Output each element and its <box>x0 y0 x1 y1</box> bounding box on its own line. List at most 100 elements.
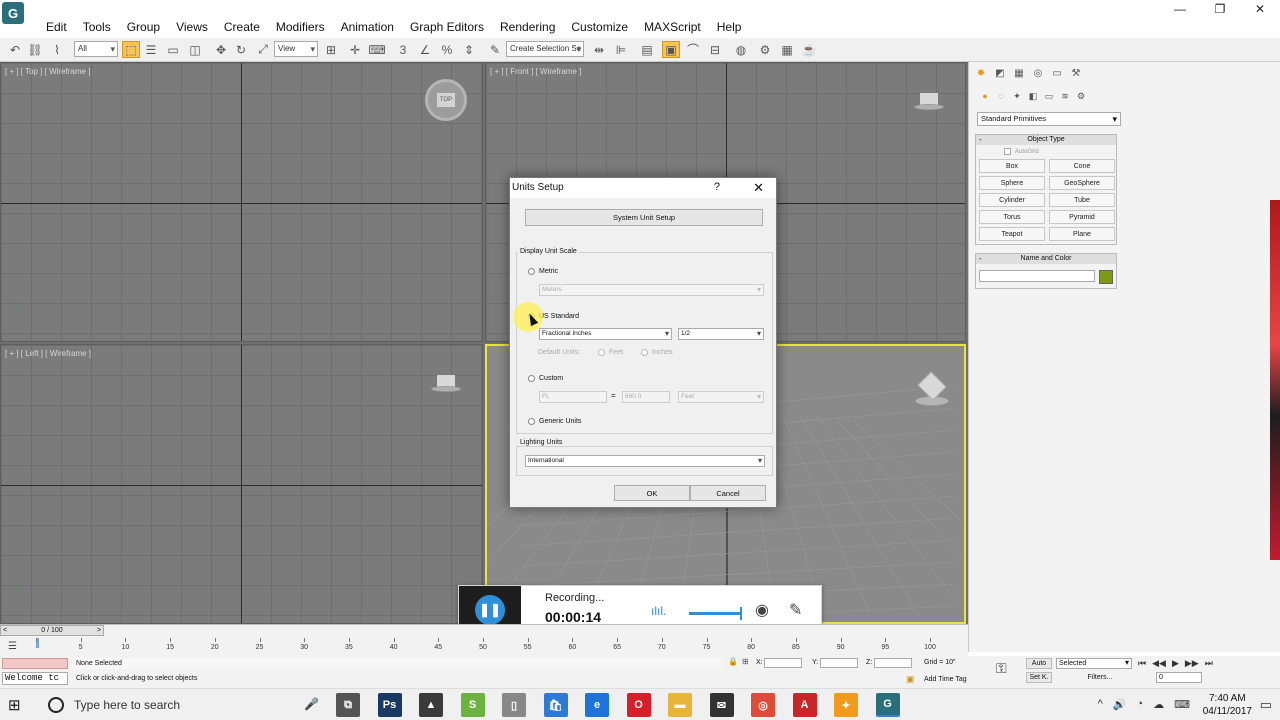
generic-units-radio[interactable] <box>528 418 535 425</box>
mirror-icon[interactable]: ⇹ <box>590 41 608 58</box>
hierarchy-tab-icon[interactable]: ▦ <box>1011 66 1027 80</box>
custom-option[interactable]: Custom <box>528 375 563 382</box>
create-pyramid-button[interactable]: Pyramid <box>1049 210 1115 224</box>
taskbar-explorer-icon[interactable]: ▬ <box>668 693 692 717</box>
auto-key-button[interactable]: Auto <box>1026 658 1052 669</box>
rect-selection-icon[interactable]: ▭ <box>164 41 182 58</box>
key-filters-button[interactable]: Filters... <box>1070 672 1130 683</box>
viewcube-icon[interactable] <box>914 93 944 111</box>
align-icon[interactable]: ⊫ <box>612 41 630 58</box>
reference-coordinate-dropdown[interactable]: View <box>274 41 318 57</box>
x-coordinate-field[interactable] <box>764 658 802 668</box>
absolute-mode-icon[interactable]: ⊞ <box>742 657 749 666</box>
menu-modifiers[interactable]: Modifiers <box>268 20 333 34</box>
prev-frame-icon[interactable]: < <box>3 626 7 635</box>
object-color-swatch[interactable] <box>1099 270 1113 284</box>
maximize-button[interactable]: ❐ <box>1200 0 1240 18</box>
menu-graph-editors[interactable]: Graph Editors <box>402 20 492 34</box>
viewcube-icon[interactable]: TOP <box>425 79 467 121</box>
named-selection-dropdown[interactable]: Create Selection Se <box>506 41 584 57</box>
viewport-label[interactable]: [ + ] [ Top ] [ Wireframe ] <box>5 67 90 76</box>
help-button[interactable]: ? <box>714 181 720 193</box>
mini-curve-editor-icon[interactable]: ☰ <box>8 641 17 652</box>
viewport-label[interactable]: [ + ] [ Front ] [ Wireframe ] <box>490 67 581 76</box>
audio-level-icon[interactable]: ılıl. <box>651 604 666 618</box>
ok-button[interactable]: OK <box>614 485 690 501</box>
webcam-icon[interactable]: ◉ <box>755 600 769 620</box>
time-tag-icon[interactable]: ▣ <box>906 674 915 685</box>
y-coordinate-field[interactable] <box>820 658 858 668</box>
metric-radio[interactable] <box>528 268 535 275</box>
viewcube-icon[interactable] <box>431 375 461 393</box>
selection-lock-icon[interactable]: 🔒 <box>728 657 738 666</box>
menu-rendering[interactable]: Rendering <box>492 20 563 34</box>
pause-recording-button[interactable]: ❚❚ <box>475 594 505 625</box>
tray-arrow-icon[interactable]: ^ <box>1098 698 1103 711</box>
create-geosphere-button[interactable]: GeoSphere <box>1049 176 1115 190</box>
systems-icon[interactable]: ⚙ <box>1075 90 1087 102</box>
taskbar-acrobat-icon[interactable]: A <box>792 693 817 717</box>
angle-snap-icon[interactable]: ∠ <box>416 41 434 58</box>
metric-unit-dropdown[interactable]: Meters <box>539 284 764 296</box>
create-tab-icon[interactable]: ✸ <box>973 66 989 80</box>
notifications-icon[interactable]: ▭ <box>1260 697 1272 713</box>
scale-icon[interactable]: ⤢ <box>254 41 272 58</box>
previous-frame-icon[interactable]: ◀◀ <box>1152 658 1166 669</box>
rotate-icon[interactable]: ↻ <box>232 41 250 58</box>
menu-customize[interactable]: Customize <box>563 20 636 34</box>
language-icon[interactable]: ⌨ <box>1174 698 1190 711</box>
rollout-title[interactable]: Name and Color <box>976 254 1116 264</box>
percent-snap-icon[interactable]: % <box>438 41 456 58</box>
rollout-title[interactable]: Object Type <box>976 135 1116 145</box>
menu-animation[interactable]: Animation <box>333 20 402 34</box>
dialog-close-button[interactable]: ✕ <box>753 180 764 196</box>
custom-value-field[interactable]: 660.0 <box>622 391 670 403</box>
cameras-icon[interactable]: ◧ <box>1027 90 1039 102</box>
microphone-icon[interactable]: 🎤 <box>304 697 319 711</box>
taskbar-mail-icon[interactable]: ✉ <box>709 693 734 717</box>
scene-explorer-icon[interactable]: ▣ <box>662 41 680 58</box>
z-coordinate-field[interactable] <box>874 658 912 668</box>
next-frame-icon[interactable]: ▶▶ <box>1185 658 1199 669</box>
taskbar-photoshop-icon[interactable]: Ps <box>377 693 402 717</box>
taskbar-file-icon[interactable]: ▯ <box>502 693 526 717</box>
lights-icon[interactable]: ✦ <box>1011 90 1023 102</box>
taskbar-store-icon[interactable]: 🛍 <box>543 693 568 717</box>
close-button[interactable]: ✕ <box>1240 0 1280 18</box>
network-icon[interactable]: ◔ <box>1136 698 1143 711</box>
helpers-icon[interactable]: ▭ <box>1043 90 1055 102</box>
taskbar-edge-icon[interactable]: e <box>585 693 609 717</box>
viewcube-icon[interactable] <box>909 370 953 406</box>
key-selection-dropdown[interactable]: Selected <box>1056 658 1132 669</box>
select-object-icon[interactable]: ⬚ <box>122 41 140 58</box>
pivot-icon[interactable]: ⊞ <box>322 41 340 58</box>
snap-toggle-icon[interactable]: 3 <box>394 41 412 58</box>
viewport-label[interactable]: [ + ] [ Left ] [ Wireframe ] <box>5 349 91 358</box>
keyboard-shortcut-icon[interactable]: ⌨ <box>368 41 386 58</box>
current-frame-field[interactable]: 0 <box>1156 672 1202 683</box>
taskbar-3dsmax-icon[interactable]: G <box>875 693 900 717</box>
go-to-end-icon[interactable]: ⏭ <box>1205 658 1213 669</box>
menu-group[interactable]: Group <box>119 20 168 34</box>
taskbar-task-view-icon[interactable]: ⧉ <box>336 693 360 717</box>
lighting-units-dropdown[interactable]: International <box>525 455 765 467</box>
custom-radio[interactable] <box>528 375 535 382</box>
schematic-view-icon[interactable]: ⊟ <box>706 41 724 58</box>
timeline-ruler[interactable]: 5 10 15 20 25 30 35 40 45 50 55 60 65 70 75 80 85 90 95 100 <box>36 638 936 655</box>
autogrid-checkbox[interactable] <box>1004 148 1011 155</box>
system-clock[interactable]: 7:40 AM 04/11/2017 <box>1203 692 1252 718</box>
menu-help[interactable]: Help <box>709 20 750 34</box>
menu-edit[interactable]: Edit <box>38 20 75 34</box>
cancel-button[interactable]: Cancel <box>690 485 766 501</box>
go-to-start-icon[interactable]: ⏮ <box>1138 658 1146 669</box>
select-by-name-icon[interactable]: ☰ <box>142 41 160 58</box>
windows-start-icon[interactable]: ⊞ <box>8 696 21 714</box>
menu-views[interactable]: Views <box>168 20 216 34</box>
spacewarps-icon[interactable]: ≋ <box>1059 90 1071 102</box>
system-unit-setup-button[interactable]: System Unit Setup <box>525 209 763 226</box>
create-plane-button[interactable]: Plane <box>1049 227 1115 241</box>
selection-filter-dropdown[interactable]: All <box>74 41 118 57</box>
curve-editor-icon[interactable]: ⌒ <box>684 41 702 58</box>
taskbar-photos-icon[interactable]: ▲ <box>419 693 443 717</box>
material-editor-icon[interactable]: ◍ <box>732 41 750 58</box>
